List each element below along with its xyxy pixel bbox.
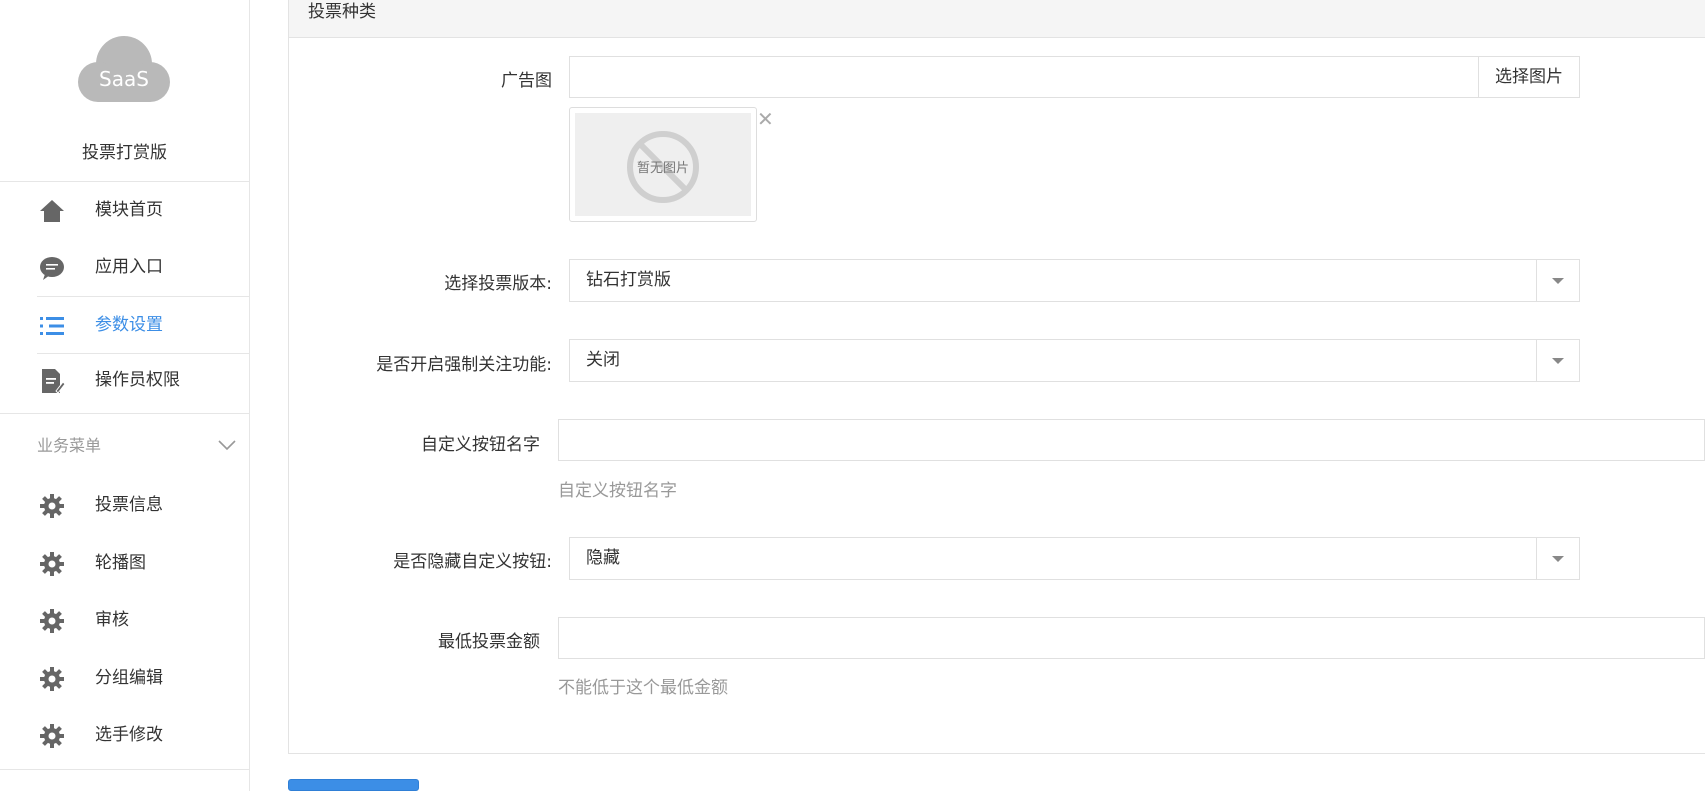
- no-image-text: 暂无图片: [637, 161, 689, 176]
- business-menu-toggle[interactable]: 业务菜单: [0, 418, 249, 474]
- sidebar-item-params[interactable]: 参数设置: [0, 297, 249, 353]
- sidebar-item-group-edit[interactable]: 分组编辑: [0, 650, 249, 706]
- chat-bubble-icon: [40, 257, 64, 280]
- select-image-button[interactable]: 选择图片: [1478, 56, 1580, 98]
- sidebar-item-label: 分组编辑: [95, 668, 163, 688]
- dropdown-arrow: [1536, 340, 1579, 381]
- min-vote-amount-label: 最低投票金额: [438, 632, 540, 652]
- gear-icon: [40, 724, 64, 748]
- custom-button-name-input[interactable]: [558, 419, 1705, 461]
- caret-down-icon: [1552, 278, 1564, 284]
- force-follow-select[interactable]: 关闭: [569, 339, 1580, 382]
- ad-image-preview: 暂无图片: [569, 107, 757, 222]
- hide-custom-button-label: 是否隐藏自定义按钮:: [393, 552, 552, 572]
- remove-image-icon[interactable]: ✕: [757, 109, 775, 129]
- sidebar-item-label: 轮播图: [95, 553, 146, 573]
- dropdown-arrow: [1536, 538, 1579, 579]
- sidebar-item-label: 应用入口: [95, 257, 163, 277]
- hide-custom-button-select[interactable]: 隐藏: [569, 537, 1580, 580]
- sidebar-item-module-home[interactable]: 模块首页: [0, 182, 249, 238]
- caret-down-icon: [1552, 358, 1564, 364]
- ad-image-label: 广告图: [501, 71, 552, 91]
- section-divider: [0, 413, 249, 414]
- sidebar-item-app-entry[interactable]: 应用入口: [0, 239, 249, 295]
- custom-button-name-label: 自定义按钮名字: [421, 435, 540, 455]
- gear-icon: [40, 609, 64, 633]
- section-divider: [0, 769, 249, 770]
- no-image-icon: 暂无图片: [627, 131, 699, 203]
- sidebar: SaaS 投票打赏版 模块首页 应用入口 参数设置 操作员权限 业务菜单 投票信…: [0, 0, 250, 791]
- sidebar-item-label: 投票信息: [95, 495, 163, 515]
- force-follow-label: 是否开启强制关注功能:: [376, 355, 552, 375]
- sidebar-item-label: 模块首页: [95, 200, 163, 220]
- caret-down-icon: [1552, 556, 1564, 562]
- dropdown-arrow: [1536, 260, 1579, 301]
- section-label: 业务菜单: [37, 436, 102, 455]
- sidebar-item-player-edit[interactable]: 选手修改: [0, 707, 249, 763]
- sidebar-item-carousel[interactable]: 轮播图: [0, 535, 249, 591]
- select-value: 隐藏: [586, 548, 620, 568]
- gear-icon: [40, 667, 64, 691]
- logo-area: SaaS 投票打赏版: [0, 0, 249, 182]
- vote-version-select[interactable]: 钻石打赏版: [569, 259, 1580, 302]
- vote-version-label: 选择投票版本:: [444, 274, 552, 294]
- sidebar-item-operator-permissions[interactable]: 操作员权限: [0, 352, 249, 408]
- gear-icon: [40, 494, 64, 518]
- app-root: SaaS 投票打赏版 模块首页 应用入口 参数设置 操作员权限 业务菜单 投票信…: [0, 0, 1705, 791]
- custom-button-name-help: 自定义按钮名字: [558, 481, 677, 501]
- gear-icon: [40, 552, 64, 576]
- list-settings-icon: [40, 317, 64, 335]
- chevron-down-icon: [218, 440, 236, 451]
- panel-header: 投票种类: [289, 0, 1705, 38]
- home-icon: [40, 200, 64, 222]
- sidebar-item-review[interactable]: 审核: [0, 592, 249, 648]
- document-edit-icon: [42, 369, 65, 394]
- sidebar-item-label: 操作员权限: [95, 370, 180, 390]
- ad-image-path-input[interactable]: [569, 56, 1479, 98]
- preview-placeholder: 暂无图片: [575, 113, 751, 216]
- select-value: 钻石打赏版: [586, 270, 671, 290]
- panel-title: 投票种类: [308, 2, 376, 22]
- min-vote-amount-help: 不能低于这个最低金额: [558, 678, 728, 698]
- sidebar-item-label: 审核: [95, 610, 129, 630]
- select-value: 关闭: [586, 350, 620, 370]
- sidebar-item-label: 选手修改: [95, 725, 163, 745]
- app-name: 投票打赏版: [82, 143, 167, 163]
- submit-button[interactable]: [288, 779, 419, 791]
- min-vote-amount-input[interactable]: [558, 617, 1705, 659]
- logo-text: SaaS: [99, 67, 149, 91]
- saas-cloud-logo: SaaS: [78, 36, 170, 102]
- sidebar-item-vote-info[interactable]: 投票信息: [0, 477, 249, 533]
- sidebar-item-label: 参数设置: [95, 315, 163, 335]
